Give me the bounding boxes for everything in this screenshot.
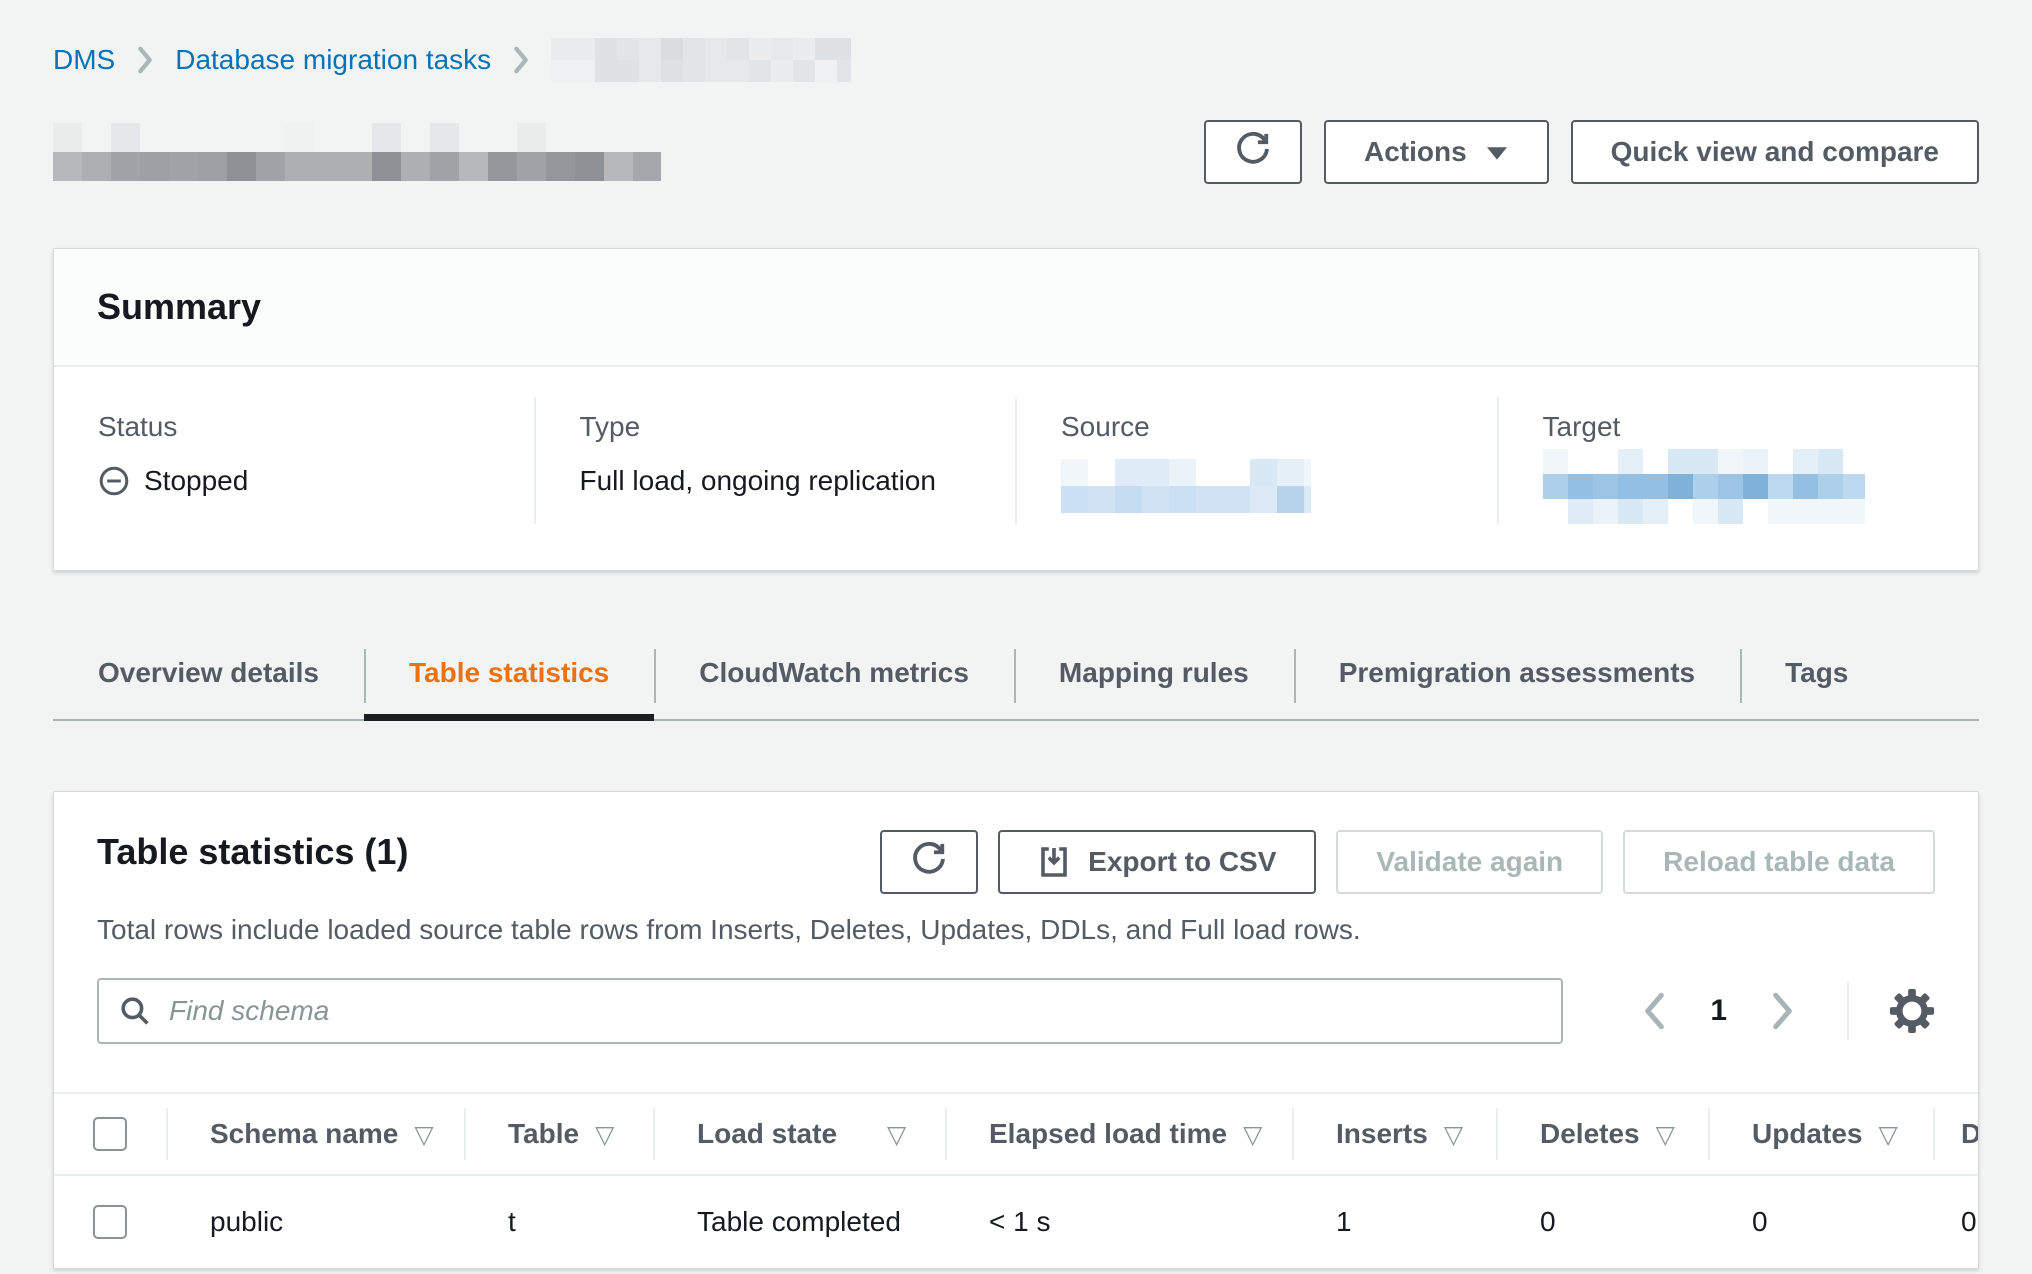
table-statistics-title: Table statistics (1) — [97, 830, 408, 874]
cell-ddls: 0 — [1933, 1176, 1979, 1268]
cell-load-state: Table completed — [653, 1176, 945, 1268]
caret-down-icon — [1485, 136, 1509, 168]
task-name-redacted — [53, 123, 661, 181]
tab-table-statistics[interactable]: Table statistics — [364, 651, 654, 719]
column-header-schema-name[interactable]: Schema name▽ — [166, 1094, 464, 1174]
tab-cloudwatch-metrics[interactable]: CloudWatch metrics — [654, 651, 1014, 719]
search-icon — [119, 995, 151, 1027]
pagination: 1 — [1634, 982, 1935, 1040]
status-value: Stopped — [144, 465, 248, 497]
column-header-load-state[interactable]: Load state▽ — [653, 1094, 945, 1174]
summary-field-source: Source — [1015, 397, 1497, 524]
tab-overview-details[interactable]: Overview details — [53, 651, 364, 719]
type-label: Type — [580, 411, 976, 443]
row-checkbox[interactable] — [93, 1205, 127, 1239]
toolbar-divider — [1847, 982, 1849, 1040]
search-input[interactable] — [167, 994, 1541, 1028]
schema-search[interactable] — [97, 978, 1563, 1044]
row-select-cell — [54, 1176, 166, 1268]
table-statistics-header: Table statistics (1) Export to CSV — [54, 792, 1978, 1092]
download-icon — [1038, 846, 1070, 878]
cell-inserts: 1 — [1292, 1176, 1496, 1268]
select-all-checkbox[interactable] — [93, 1117, 127, 1151]
summary-title: Summary — [97, 285, 1935, 329]
tab-premigration-assessments[interactable]: Premigration assessments — [1294, 651, 1740, 719]
sort-icon[interactable]: ▽ — [887, 1120, 906, 1149]
breadcrumb-dms[interactable]: DMS — [53, 44, 115, 76]
chevron-right-icon — [511, 45, 531, 75]
table-settings-button[interactable] — [1889, 988, 1935, 1034]
cell-elapsed-load-time: < 1 s — [945, 1176, 1292, 1268]
previous-page-button[interactable] — [1634, 990, 1674, 1032]
target-label: Target — [1543, 411, 1939, 443]
stopped-icon — [98, 465, 130, 497]
sort-icon[interactable]: ▽ — [1656, 1120, 1675, 1149]
header-actions: Actions Quick view and compare — [1204, 120, 1979, 184]
column-header-inserts[interactable]: Inserts▽ — [1292, 1094, 1496, 1174]
summary-card: Summary Status Stopped Type Full load, o… — [53, 248, 1979, 571]
validate-again-button[interactable]: Validate again — [1336, 830, 1603, 894]
refresh-button[interactable] — [1204, 120, 1302, 184]
summary-field-type: Type Full load, ongoing replication — [534, 397, 1016, 524]
column-header-table[interactable]: Table▽ — [464, 1094, 653, 1174]
table-toolbar: 1 — [97, 978, 1935, 1092]
next-page-button[interactable] — [1763, 990, 1803, 1032]
reload-table-data-label: Reload table data — [1663, 846, 1895, 878]
validate-again-label: Validate again — [1376, 846, 1563, 878]
source-label: Source — [1061, 411, 1457, 443]
chevron-right-icon — [135, 45, 155, 75]
page-header: Actions Quick view and compare — [53, 120, 1979, 184]
column-header-elapsed-load-time[interactable]: Elapsed load time▽ — [945, 1094, 1292, 1174]
table-header-row: Schema name▽ Table▽ Load state▽ Elapsed … — [54, 1092, 1978, 1176]
reload-table-data-button[interactable]: Reload table data — [1623, 830, 1935, 894]
target-value-redacted[interactable] — [1543, 449, 1865, 524]
table-refresh-button[interactable] — [880, 830, 978, 894]
sort-icon[interactable]: ▽ — [414, 1120, 433, 1149]
current-page-number[interactable]: 1 — [1710, 994, 1727, 1028]
sort-icon[interactable]: ▽ — [1878, 1120, 1897, 1149]
actions-button[interactable]: Actions — [1324, 120, 1549, 184]
type-value: Full load, ongoing replication — [580, 465, 976, 497]
column-header-ddls[interactable]: DDLs▽ — [1933, 1094, 1979, 1174]
summary-field-status: Status Stopped — [54, 397, 534, 524]
table-statistics-card: Table statistics (1) Export to CSV — [53, 791, 1979, 1269]
column-header-updates[interactable]: Updates▽ — [1708, 1094, 1933, 1174]
select-all-cell — [54, 1094, 166, 1174]
summary-card-header: Summary — [54, 249, 1978, 367]
tab-tags[interactable]: Tags — [1740, 651, 1893, 719]
export-csv-button[interactable]: Export to CSV — [998, 830, 1316, 894]
sort-icon[interactable]: ▽ — [595, 1120, 614, 1149]
cell-updates: 0 — [1708, 1176, 1933, 1268]
column-header-deletes[interactable]: Deletes▽ — [1496, 1094, 1708, 1174]
cell-deletes: 0 — [1496, 1176, 1708, 1268]
actions-button-label: Actions — [1364, 136, 1467, 168]
table-row: public t Table completed < 1 s 1 0 0 0 — [54, 1176, 1978, 1268]
sort-icon[interactable]: ▽ — [1444, 1120, 1463, 1149]
tab-mapping-rules[interactable]: Mapping rules — [1014, 651, 1294, 719]
sort-icon[interactable]: ▽ — [1243, 1120, 1262, 1149]
cell-schema-name: public — [166, 1176, 464, 1268]
cell-table: t — [464, 1176, 653, 1268]
refresh-icon — [911, 841, 947, 884]
summary-body: Status Stopped Type Full load, ongoing r… — [54, 367, 1978, 570]
gear-icon — [1889, 988, 1935, 1034]
export-csv-label: Export to CSV — [1088, 846, 1276, 878]
summary-field-target: Target — [1497, 397, 1979, 524]
breadcrumb-migration-tasks[interactable]: Database migration tasks — [175, 44, 491, 76]
breadcrumb: DMS Database migration tasks — [53, 0, 1979, 82]
quick-view-label: Quick view and compare — [1611, 136, 1939, 168]
quick-view-compare-button[interactable]: Quick view and compare — [1571, 120, 1979, 184]
status-label: Status — [98, 411, 494, 443]
source-value-redacted[interactable] — [1061, 459, 1311, 513]
breadcrumb-task-name-redacted — [551, 38, 851, 82]
task-detail-tabs: Overview details Table statistics CloudW… — [53, 651, 1979, 721]
table-actions: Export to CSV Validate again Reload tabl… — [880, 830, 1935, 894]
table-statistics-description: Total rows include loaded source table r… — [97, 914, 1935, 946]
refresh-icon — [1235, 131, 1271, 174]
dms-task-page: DMS Database migration tasks Actions — [0, 0, 2032, 1269]
